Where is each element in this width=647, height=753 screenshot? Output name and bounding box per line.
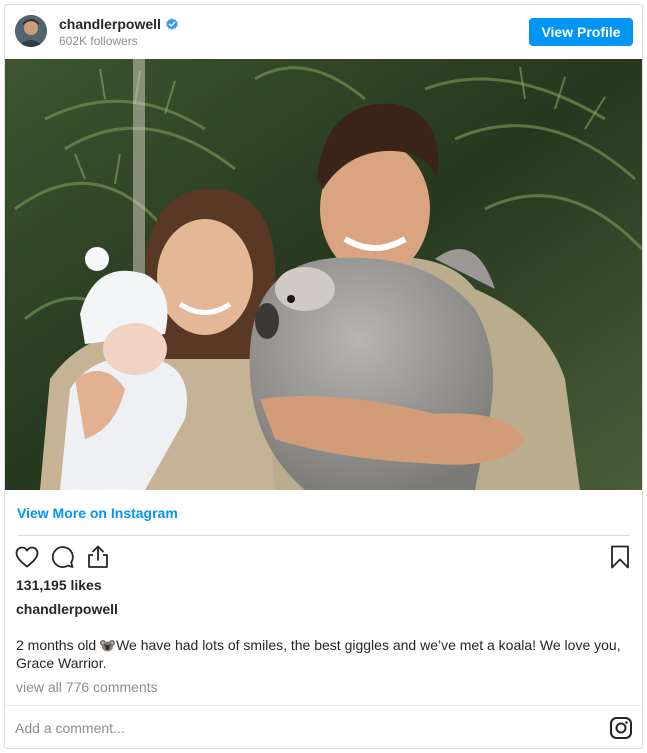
post-header: chandlerpowell 602K followers View Profi… [5, 5, 642, 59]
post-owner-username[interactable]: chandlerpowell [16, 601, 118, 617]
follower-count: 602K followers [59, 34, 138, 48]
divider [5, 705, 642, 706]
username-row: chandlerpowell [59, 16, 179, 32]
action-bar [5, 541, 642, 573]
comment-icon[interactable] [48, 543, 76, 571]
view-profile-button[interactable]: View Profile [529, 18, 633, 46]
heart-icon[interactable] [13, 543, 41, 571]
post-photo-image [5, 59, 642, 490]
view-more-on-instagram-link[interactable]: View More on Instagram [17, 505, 178, 521]
instagram-embed-card: chandlerpowell 602K followers View Profi… [4, 4, 643, 749]
view-all-comments-link[interactable]: view all 776 comments [16, 679, 158, 695]
like-count: 131,195 likes [16, 577, 102, 593]
add-comment-input[interactable] [15, 718, 575, 738]
username[interactable]: chandlerpowell [59, 16, 161, 32]
avatar[interactable] [15, 15, 47, 47]
avatar-image [15, 15, 47, 47]
verified-badge-icon [166, 18, 178, 30]
share-icon[interactable] [84, 543, 112, 571]
divider [17, 535, 630, 536]
instagram-icon[interactable] [609, 716, 633, 740]
caption-text-start: 2 months old [16, 637, 101, 653]
post-caption: 2 months old We have had lots of smiles,… [16, 636, 628, 672]
koala-emoji [100, 640, 116, 652]
bookmark-icon[interactable] [606, 543, 634, 571]
post-photo[interactable] [5, 59, 642, 490]
